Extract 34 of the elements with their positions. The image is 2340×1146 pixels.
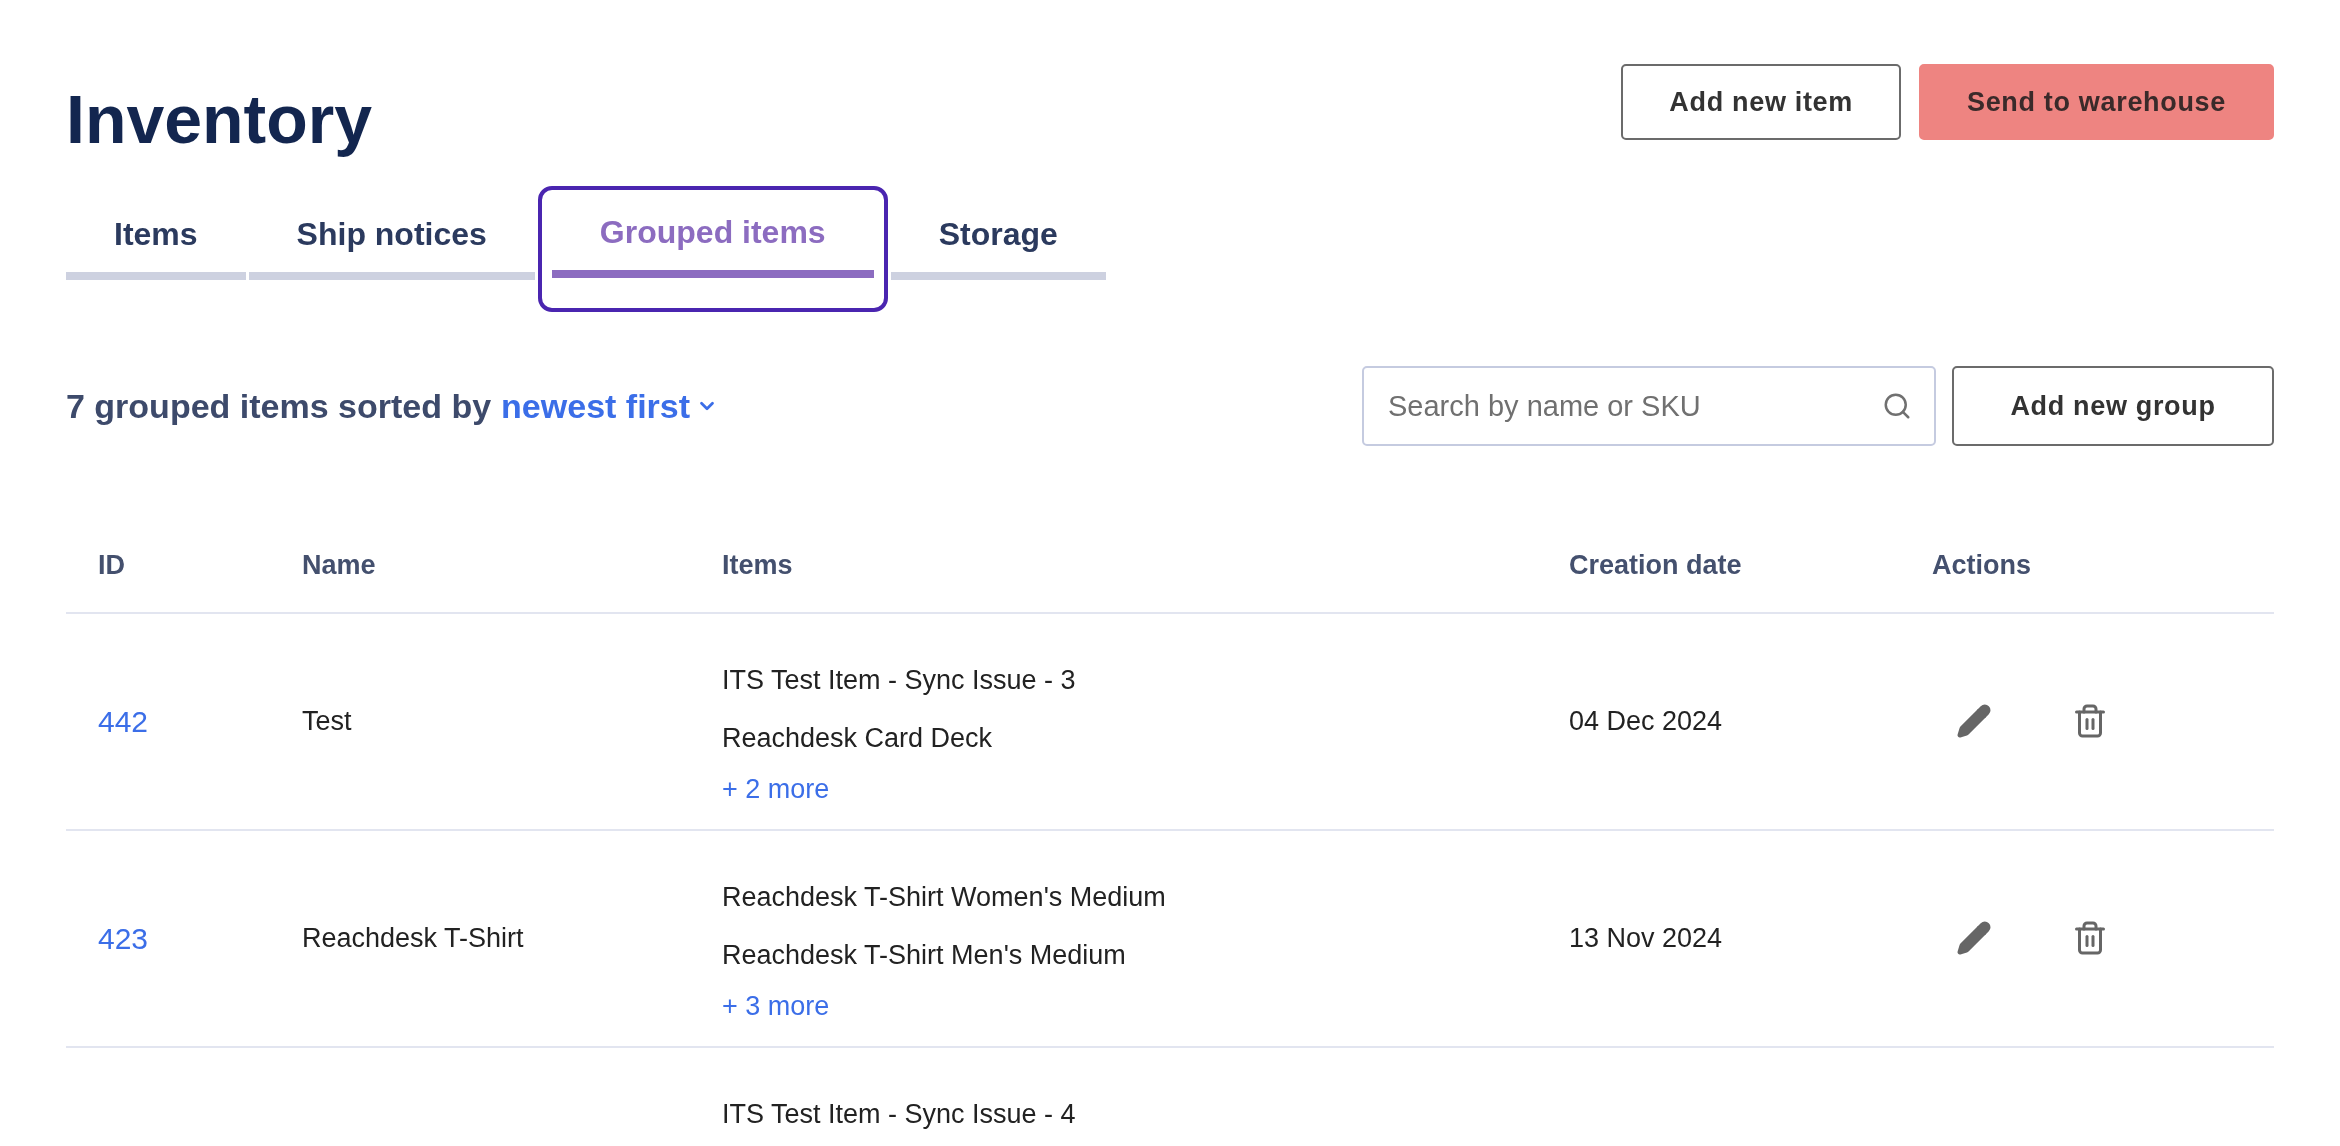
column-header: Name: [302, 549, 377, 582]
group-name: Test: [302, 705, 352, 736]
edit-icon[interactable]: [1956, 920, 1992, 956]
more-link[interactable]: + 2 more: [722, 768, 1569, 809]
item-name: ITS Test Item - Sync Issue - 4: [722, 1097, 1077, 1131]
column-header: Actions: [1932, 549, 2032, 582]
tab[interactable]: Ship notices: [248, 210, 535, 280]
sort-dropdown[interactable]: newest first: [501, 380, 719, 432]
creation-date: 04 Dec 2024: [1569, 705, 1723, 736]
item-name: Reachdesk T-Shirt Women's Medium: [722, 880, 1167, 914]
id-link[interactable]: 423: [98, 921, 149, 955]
add-group-button[interactable]: Add new group: [1952, 366, 2274, 446]
add-item-button[interactable]: Add new item: [1621, 64, 1901, 140]
more-link[interactable]: + 3 more: [722, 985, 1569, 1026]
item-name: Reachdesk T-Shirt Men's Medium: [722, 939, 1127, 972]
tab[interactable]: Items: [66, 210, 246, 280]
column-header: Creation date: [1569, 549, 1743, 582]
column-header: Items: [722, 549, 794, 582]
search-icon: [1882, 391, 1912, 421]
item-name: Reachdesk Card Deck: [722, 722, 994, 755]
group-name: Reachdesk T-Shirt: [302, 922, 524, 953]
edit-icon[interactable]: [1956, 703, 1992, 739]
tab[interactable]: Storage: [890, 210, 1106, 280]
send-button[interactable]: Send to warehouse: [1918, 64, 2274, 140]
summary-text: 7 grouped items sorted by: [66, 385, 492, 427]
creation-date: 13 Nov 2024: [1569, 922, 1723, 953]
page-title: Inventory: [66, 80, 373, 159]
item-name: ITS Test Item - Sync Issue - 3: [722, 663, 1077, 697]
delete-icon[interactable]: [2072, 920, 2108, 956]
search-field[interactable]: Search by name or SKU: [1362, 366, 1936, 446]
tab[interactable]: Grouped items: [551, 208, 874, 278]
column-header: ID: [98, 549, 126, 582]
id-link[interactable]: 442: [98, 704, 149, 738]
delete-icon[interactable]: [2072, 703, 2108, 739]
